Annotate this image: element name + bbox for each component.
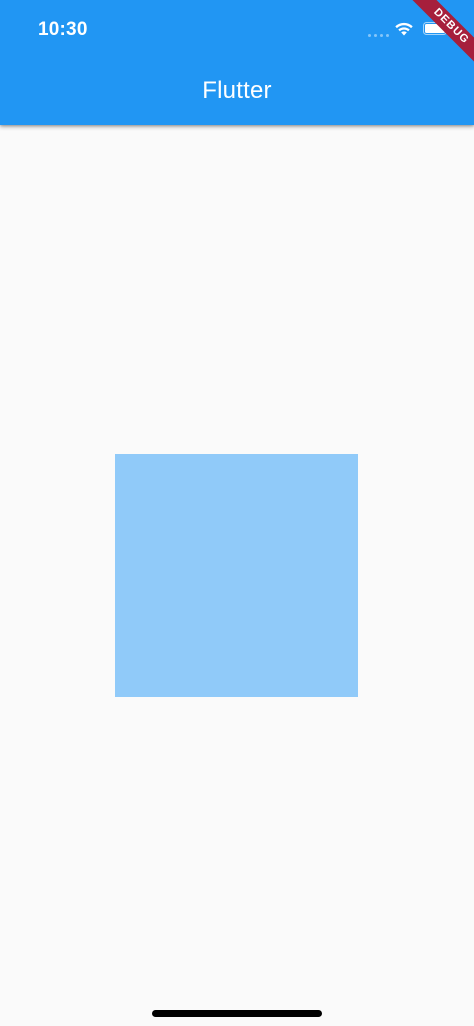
blue-square <box>115 454 358 697</box>
cellular-signal-icon <box>368 33 389 37</box>
app-bar-title: Flutter <box>202 77 272 104</box>
app-bar: 10:30 Flutter <box>0 0 474 125</box>
status-time: 10:30 <box>38 19 88 40</box>
debug-banner-label: DEBUG <box>412 0 474 62</box>
home-indicator[interactable] <box>152 1010 322 1017</box>
debug-banner: DEBUG <box>412 0 474 62</box>
